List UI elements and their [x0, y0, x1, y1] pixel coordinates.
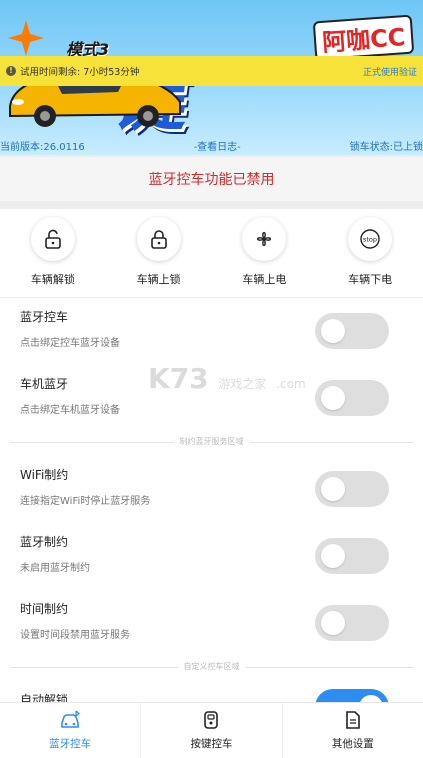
auto-unlock-toggle[interactable] — [315, 689, 389, 702]
setting-time-restrict: 时间制约 设置时间段禁用蓝牙服务 — [0, 590, 423, 657]
action-label: 车辆下电 — [348, 273, 393, 286]
version-row: 当前版本:26.0116 -查看日志- 锁车状态:已上锁 — [0, 136, 423, 154]
stop-icon-text: stop — [363, 236, 377, 244]
document-icon — [346, 711, 360, 729]
setting-bluetooth-restrict: 蓝牙制约 未启用蓝牙制约 — [0, 523, 423, 590]
spark-icon — [8, 20, 44, 56]
watermark-domain: .com — [276, 377, 306, 391]
lock-icon — [136, 217, 181, 261]
watermark-sub: 游戏之家 — [218, 377, 267, 391]
quick-actions: 车辆解锁 车辆上锁 车辆上电 stop 车辆下电 — [0, 209, 423, 297]
action-label: 车辆上锁 — [136, 273, 181, 286]
bottom-tab-bar: 蓝牙控车 按键控车 其他设置 — [0, 702, 423, 758]
action-power-off[interactable]: stop 车辆下电 — [325, 209, 415, 297]
remote-key-icon — [204, 711, 219, 729]
setting-bluetooth-control: 蓝牙控车 点击绑定控车蓝牙设备 — [0, 298, 423, 365]
bluetooth-status-banner: 蓝牙控车功能已禁用 — [0, 157, 423, 201]
official-verify-link[interactable]: 正式使用验证 — [363, 65, 417, 78]
setting-wifi-restrict: WiFi制约 连接指定WiFi时停止蓝牙服务 — [0, 456, 423, 523]
brand-logo: 阿咖CC — [312, 14, 415, 61]
bluetooth-control-toggle[interactable] — [315, 313, 389, 349]
trial-bar: ! 试用时间剩余: 7小时53分钟 正式使用验证 — [0, 56, 423, 86]
section-divider-restrict: 制约蓝牙服务区域 — [10, 436, 413, 448]
action-label: 车辆上电 — [242, 273, 287, 286]
head-unit-bluetooth-toggle[interactable] — [315, 380, 389, 416]
bluetooth-restrict-toggle[interactable] — [315, 538, 389, 574]
action-label: 车辆解锁 — [30, 273, 75, 286]
version-text: 当前版本:26.0116 — [0, 141, 85, 153]
info-icon: ! — [6, 66, 16, 76]
trial-remaining-text: 试用时间剩余: 7小时53分钟 — [20, 67, 140, 78]
unlock-icon — [30, 217, 75, 261]
view-log-link[interactable]: -查看日志- — [194, 138, 241, 153]
watermark-main: K73 — [148, 362, 209, 395]
tab-label: 按键控车 — [190, 738, 233, 750]
time-restrict-toggle[interactable] — [315, 605, 389, 641]
action-power-on[interactable]: 车辆上电 — [219, 209, 309, 297]
action-unlock[interactable]: 车辆解锁 — [8, 209, 98, 297]
lock-status-text: 锁车状态:已上锁 — [349, 141, 423, 153]
section-label: 制约蓝牙服务区域 — [173, 436, 250, 447]
tab-button-control[interactable]: 按键控车 — [141, 703, 283, 758]
settings-list: 蓝牙控车 点击绑定控车蓝牙设备 车机蓝牙 点击绑定车机蓝牙设备 制约蓝牙服务区域… — [0, 298, 423, 702]
car-bluetooth-icon — [61, 710, 81, 728]
bluetooth-disabled-text: 蓝牙控车功能已禁用 — [148, 172, 275, 188]
section-divider-custom: 自定义控车区域 — [10, 661, 413, 673]
fan-icon — [242, 217, 287, 261]
section-label: 自定义控车区域 — [177, 661, 246, 672]
action-lock[interactable]: 车辆上锁 — [114, 209, 204, 297]
tab-label: 蓝牙控车 — [49, 738, 92, 750]
wifi-restrict-toggle[interactable] — [315, 471, 389, 507]
site-watermark: K73 游戏之家 .com — [148, 362, 306, 395]
tab-other-settings[interactable]: 其他设置 — [283, 703, 423, 758]
tab-label: 其他设置 — [331, 738, 374, 750]
stop-icon: stop — [348, 217, 393, 261]
tab-bluetooth-control[interactable]: 蓝牙控车 — [0, 703, 142, 758]
setting-auto-unlock: 自动解锁 — [0, 681, 423, 702]
